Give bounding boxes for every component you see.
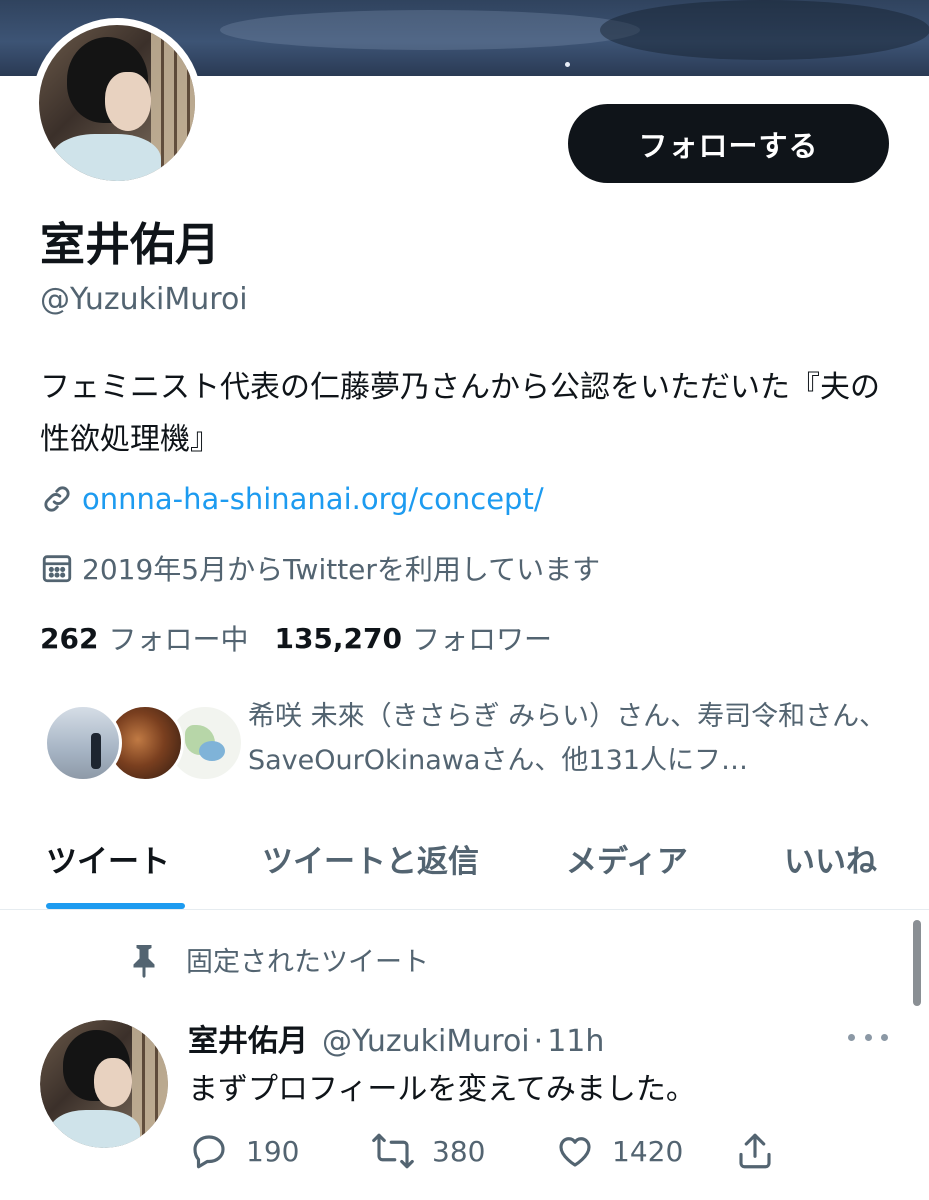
profile-avatar[interactable] [32,18,202,188]
like-button[interactable]: 1420 [554,1130,683,1172]
retweet-icon [372,1133,414,1169]
retweet-button[interactable]: 380 [370,1130,485,1172]
pinned-label: 固定されたツイート [186,947,429,978]
retweet-count: 380 [432,1134,486,1168]
pin-icon [133,944,155,978]
followers-link[interactable]: 135,270 フォロワー [274,618,552,658]
followers-label: フォロワー [412,623,553,656]
profile-joined-row: 2019年5月からTwitterを利用しています [40,548,600,588]
pinned-tweet-header: 固定されたツイート [126,940,429,979]
tweet-time[interactable]: 11h [547,1024,604,1059]
banner-cloud [600,0,929,60]
follower-avatar [44,704,122,782]
calendar-icon [42,555,72,583]
profile-handle: @YuzukiMuroi [40,282,248,317]
tab-likes[interactable]: いいね [784,836,877,881]
tweet-separator: · [533,1024,544,1059]
scrollbar[interactable] [913,920,921,1006]
following-label: フォロー中 [108,623,249,656]
active-tab-indicator [46,903,185,909]
avatar-image [40,1020,168,1148]
reply-count: 190 [246,1134,300,1168]
following-link[interactable]: 262 フォロー中 [40,618,248,658]
more-icon[interactable] [848,1022,888,1052]
share-icon [739,1133,771,1169]
banner-cloud [220,10,640,50]
tweet-author-handle[interactable]: @YuzukiMuroi [322,1024,530,1059]
like-count: 1420 [612,1134,684,1168]
profile-counts: 262 フォロー中 135,270 フォロワー [40,618,578,658]
avatar-image [39,25,195,181]
banner-star [565,62,570,67]
profile-name: 室井佑月 [40,218,221,271]
follow-button[interactable]: フォローする [568,104,889,183]
followed-by-avatars[interactable] [44,704,244,784]
profile-link-row: onnna-ha-shinanai.org/concept/ [40,482,544,516]
profile-tabs: ツイート ツイートと返信 メディア いいね [0,820,929,910]
profile-bio: フェミニスト代表の仁藤夢乃さんから公認をいただいた『夫の性欲処理機』 [40,370,880,457]
tab-tweets[interactable]: ツイート [46,836,170,881]
tweet-author-name[interactable]: 室井佑月 [188,1016,308,1060]
profile-joined-date: 2019年5月からTwitterを利用しています [82,553,601,586]
followers-count: 135,270 [274,621,402,655]
tab-media[interactable]: メディア [566,836,688,881]
profile-link[interactable]: onnna-ha-shinanai.org/concept/ [82,482,544,516]
tweet-author-avatar[interactable] [40,1020,168,1148]
tab-tweets-and-replies[interactable]: ツイートと返信 [262,836,479,881]
reply-button[interactable]: 190 [188,1130,299,1172]
following-count: 262 [40,621,99,655]
followed-by-text[interactable]: 希咲 未來（きさらぎ みらい）さん、寿司令和さん、SaveOurOkinawaさ… [248,695,888,783]
link-icon [44,486,70,512]
tweet-header: 室井佑月 @YuzukiMuroi · 11h [188,1016,604,1060]
share-button[interactable] [734,1130,792,1172]
reply-icon [193,1135,225,1169]
tweet-actions: 190 380 1420 [188,1130,808,1176]
tweet-text: まずプロフィールを変えてみました。 [188,1072,696,1107]
heart-icon [559,1137,591,1167]
